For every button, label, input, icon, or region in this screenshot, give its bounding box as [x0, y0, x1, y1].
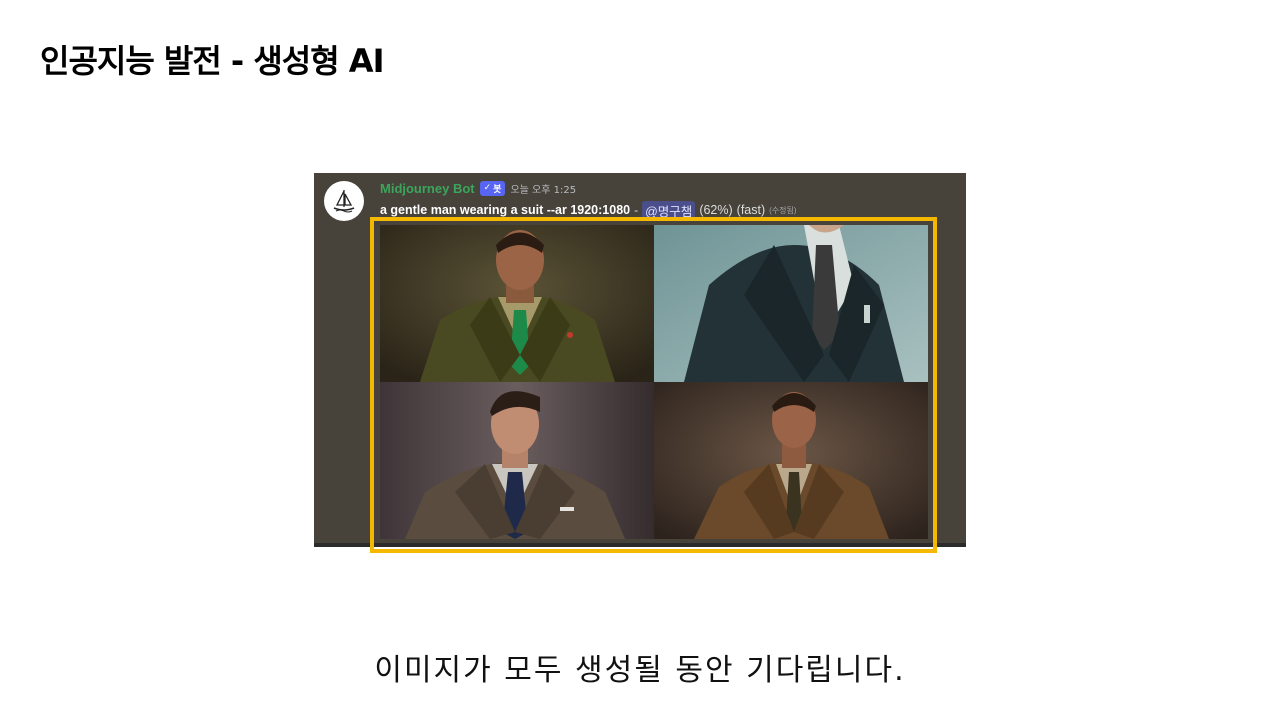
edited-label: (수정됨)	[769, 205, 797, 215]
message-header: Midjourney Bot ✓ 봇 오늘 오후 1:25	[380, 179, 576, 197]
prompt-text: a gentle man wearing a suit --ar 1920:10…	[380, 203, 631, 217]
slide-caption: 이미지가 모두 생성될 동안 기다립니다.	[374, 653, 906, 688]
user-mention[interactable]: @명구챔	[642, 200, 696, 220]
sailboat-icon	[333, 190, 355, 213]
generated-image-2[interactable]	[654, 225, 928, 382]
author-name[interactable]: Midjourney Bot	[380, 181, 475, 196]
generated-image-1[interactable]	[380, 225, 654, 382]
progress-text: (62%)	[699, 203, 733, 217]
bot-badge-label: 봇	[493, 184, 502, 195]
bot-badge: ✓ 봇	[479, 180, 506, 196]
discord-screenshot: Midjourney Bot ✓ 봇 오늘 오후 1:25 a gentle m…	[314, 173, 966, 547]
separator: -	[634, 203, 639, 217]
check-icon: ✓	[483, 183, 492, 193]
generated-image-4[interactable]	[654, 382, 928, 539]
slide-title: 인공지능 발전 - 생성형 AI	[40, 42, 384, 80]
message-content: a gentle man wearing a suit --ar 1920:10…	[380, 200, 797, 220]
screenshot-bottom-edge	[314, 543, 966, 547]
bot-avatar[interactable]	[324, 181, 364, 221]
message-timestamp: 오늘 오후 1:25	[510, 184, 577, 196]
generated-image-3[interactable]	[380, 382, 654, 539]
image-grid[interactable]	[380, 225, 928, 539]
mode-text: (fast)	[736, 203, 766, 217]
